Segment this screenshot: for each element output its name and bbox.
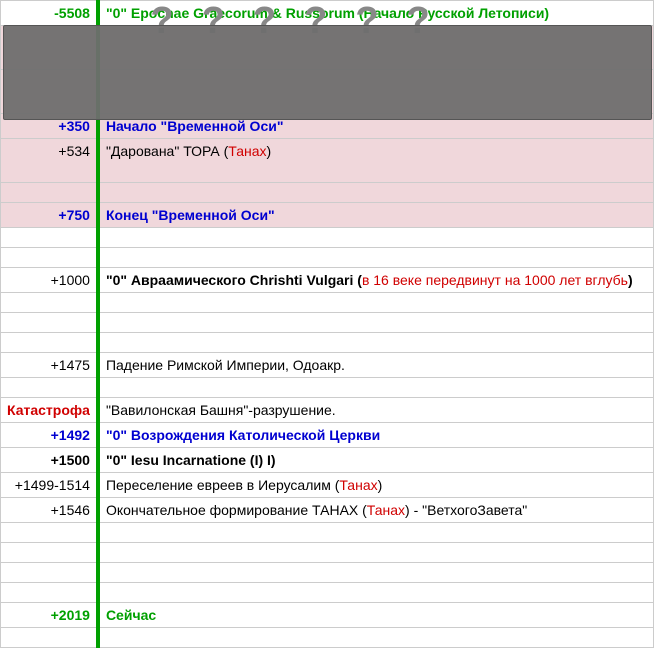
year-cell: [1, 183, 98, 203]
table-row: +1000"0" Авраамического Chrishti Vulgari…: [1, 268, 654, 293]
content-cell: Падение Римской Империи, Одоакр.: [98, 353, 654, 378]
table-row: [1, 248, 654, 268]
table-row: +534"Дарована" ТОРА (Танах): [1, 139, 654, 183]
content-cell: [98, 543, 654, 563]
table-row: [1, 543, 654, 563]
table-row: [1, 628, 654, 648]
table-row: +1499-1514Переселение евреев в Иерусалим…: [1, 473, 654, 498]
year-cell: [1, 628, 98, 648]
content-cell: [98, 293, 654, 313]
content-cell: [98, 183, 654, 203]
grey-block-overlay: [3, 25, 652, 120]
table-row: Катастрофа"Вавилонская Башня"-разрушение…: [1, 398, 654, 423]
content-cell: "0" Epochae Graecorum & Russorum (Начало…: [98, 1, 654, 26]
table-row: +1475Падение Римской Империи, Одоакр.: [1, 353, 654, 378]
year-cell: +1492: [1, 423, 98, 448]
table-row: [1, 313, 654, 333]
year-cell: [1, 378, 98, 398]
table-row: [1, 333, 654, 353]
table-row: +2019Сейчас: [1, 603, 654, 628]
table-row: [1, 563, 654, 583]
table-row: -5508"0" Epochae Graecorum & Russorum (Н…: [1, 1, 654, 26]
year-cell: [1, 543, 98, 563]
table-row: [1, 183, 654, 203]
content-cell: "0" Возрождения Католической Церкви: [98, 423, 654, 448]
content-cell: [98, 628, 654, 648]
year-cell: +1475: [1, 353, 98, 378]
content-cell: [98, 333, 654, 353]
year-cell: [1, 333, 98, 353]
content-cell: "0" Iesu Incarnatione (I) I): [98, 448, 654, 473]
table-row: [1, 228, 654, 248]
content-cell: "Дарована" ТОРА (Танах): [98, 139, 654, 183]
year-cell: +1000: [1, 268, 98, 293]
timeline-table: ?????? -5508"0" Epochae Graecorum & Russ…: [0, 0, 654, 648]
year-cell: [1, 563, 98, 583]
content-cell: [98, 378, 654, 398]
content-cell: Конец "Временной Оси": [98, 203, 654, 228]
table-row: [1, 293, 654, 313]
year-cell: [1, 313, 98, 333]
content-cell: Окончательное формирование ТАНАХ (Танах)…: [98, 498, 654, 523]
table-row: [1, 523, 654, 543]
table-row: +750Конец "Временной Оси": [1, 203, 654, 228]
content-cell: [98, 563, 654, 583]
year-cell: +2019: [1, 603, 98, 628]
year-cell: +750: [1, 203, 98, 228]
content-cell: [98, 248, 654, 268]
year-cell: [1, 293, 98, 313]
content-cell: [98, 523, 654, 543]
content-cell: Переселение евреев в Иерусалим (Танах): [98, 473, 654, 498]
content-cell: Сейчас: [98, 603, 654, 628]
table-row: +1546Окончательное формирование ТАНАХ (Т…: [1, 498, 654, 523]
year-cell: [1, 228, 98, 248]
content-cell: "0" Авраамического Chrishti Vulgari (в 1…: [98, 268, 654, 293]
year-cell: Катастрофа: [1, 398, 98, 423]
year-cell: +534: [1, 139, 98, 183]
year-cell: [1, 523, 98, 543]
content-cell: [98, 228, 654, 248]
content-cell: [98, 313, 654, 333]
year-cell: +1500: [1, 448, 98, 473]
content-cell: "Вавилонская Башня"-разрушение.: [98, 398, 654, 423]
year-cell: [1, 248, 98, 268]
year-cell: +1499-1514: [1, 473, 98, 498]
year-cell: +1546: [1, 498, 98, 523]
table-row: [1, 378, 654, 398]
year-cell: -5508: [1, 1, 98, 26]
table-row: +1492"0" Возрождения Католической Церкви: [1, 423, 654, 448]
table-row: +1500"0" Iesu Incarnatione (I) I): [1, 448, 654, 473]
